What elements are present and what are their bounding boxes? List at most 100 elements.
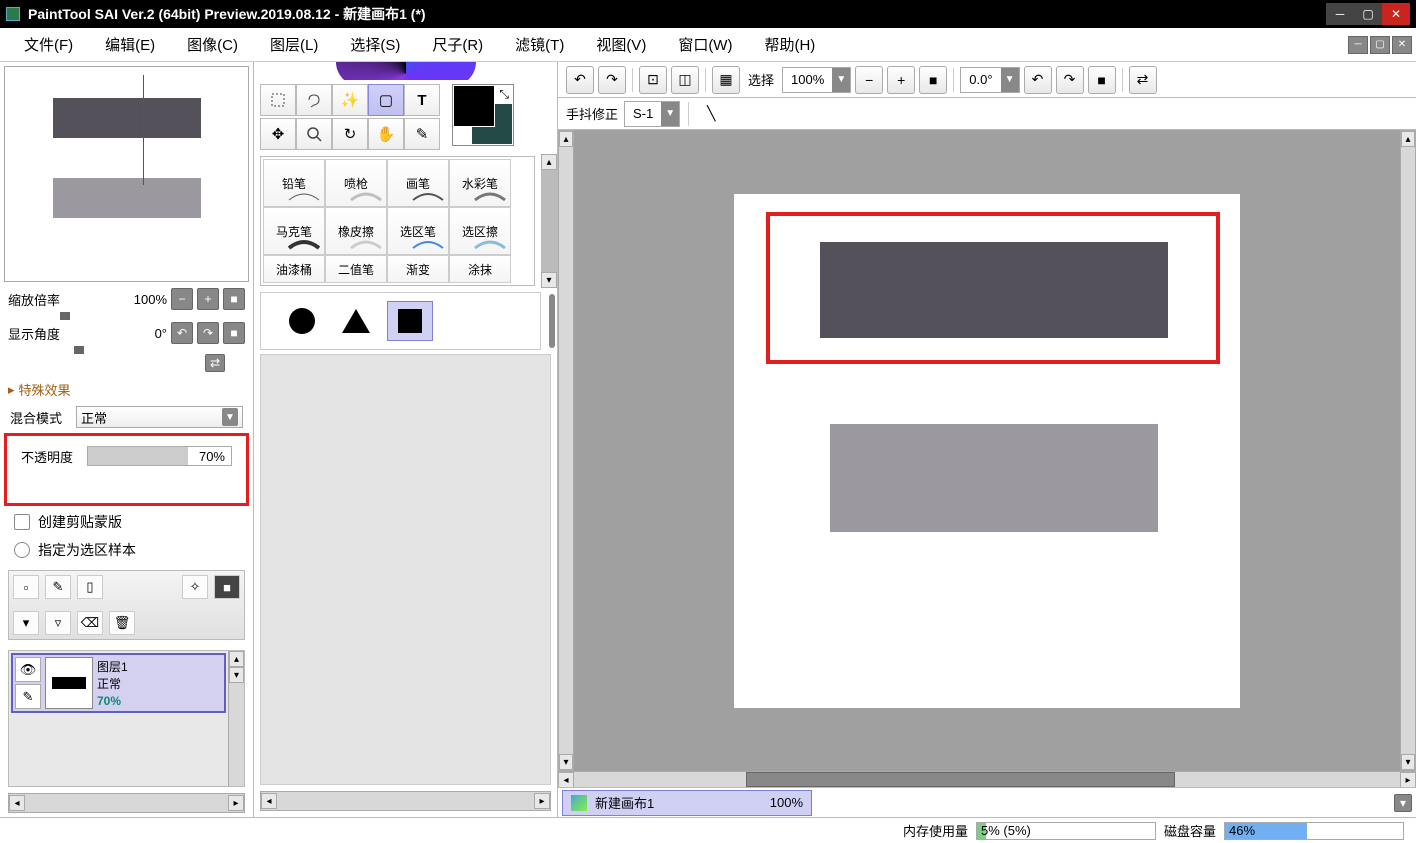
brush-binary[interactable]: 二值笔 (325, 255, 387, 283)
shape-circle[interactable] (279, 301, 325, 341)
layer-visibility-icon[interactable]: 👁 (15, 657, 41, 682)
new-linework-button[interactable]: ✎ (45, 575, 71, 599)
menu-image[interactable]: 图像(C) (171, 28, 254, 61)
panel-splitter[interactable] (549, 294, 555, 348)
brush-marker[interactable]: 马克笔 (263, 207, 325, 255)
line-tool-icon[interactable]: ╲ (697, 100, 725, 128)
transfer-button[interactable]: ✧ (182, 575, 208, 599)
doc-maximize-button[interactable]: ▢ (1370, 36, 1390, 54)
brush-watercolor[interactable]: 水彩笔 (449, 159, 511, 207)
invert-selection-button[interactable]: ◫ (671, 66, 699, 94)
rotate-ccw-button[interactable]: ↶ (1024, 66, 1052, 94)
menu-window[interactable]: 窗口(W) (662, 28, 748, 61)
tool-panel-hscroll[interactable]: ◂▸ (260, 791, 551, 811)
stabilizer-dropdown[interactable]: S-1 ▼ (624, 101, 680, 127)
delete-layer-button[interactable]: 🗑 (109, 611, 135, 635)
rotate-tool[interactable]: ↻ (332, 118, 368, 150)
minimize-button[interactable]: ─ (1326, 3, 1354, 25)
menu-edit[interactable]: 编辑(E) (89, 28, 171, 61)
shape-triangle[interactable] (333, 301, 379, 341)
deselect-button[interactable]: ⊡ (639, 66, 667, 94)
menu-file[interactable]: 文件(F) (8, 28, 89, 61)
eyedropper-tool[interactable]: ✎ (404, 118, 440, 150)
flip-button[interactable]: ⇄ (205, 354, 225, 372)
new-folder-button[interactable]: ▯ (77, 575, 103, 599)
layer-item[interactable]: 👁 ✎ 图层1 正常 70% (11, 653, 226, 713)
merge-down-button[interactable]: ▾ (13, 611, 39, 635)
opacity-slider[interactable]: 70% (87, 446, 232, 466)
brush-scrollbar[interactable]: ▴ ▾ (541, 154, 557, 288)
flatten-button[interactable]: ▿ (45, 611, 71, 635)
rect-select-tool[interactable] (260, 84, 296, 116)
close-button[interactable]: ✕ (1382, 3, 1410, 25)
menu-filter[interactable]: 滤镜(T) (499, 28, 580, 61)
brush-pencil[interactable]: 铅笔 (263, 159, 325, 207)
text-tool[interactable]: T (404, 84, 440, 116)
document-tab[interactable]: 新建画布1 100% (562, 790, 812, 816)
move-tool[interactable]: ✥ (260, 118, 296, 150)
select-all-icon[interactable]: ▦ (712, 66, 740, 94)
effects-header[interactable]: 特殊效果 (0, 376, 253, 403)
swap-colors-icon[interactable]: ⤡ (499, 87, 509, 102)
new-layer-button[interactable]: ▫ (13, 575, 39, 599)
selection-sample-radio[interactable] (14, 542, 30, 558)
undo-button[interactable]: ↶ (566, 66, 594, 94)
zoom-reset-button[interactable]: ■ (223, 288, 245, 310)
memory-value: 5% (5%) (981, 823, 1031, 838)
brush-smudge[interactable]: 涂抹 (449, 255, 511, 283)
rotate-cw-button[interactable]: ↷ (1056, 66, 1084, 94)
mask-button[interactable]: ■ (214, 575, 240, 599)
rotate-reset-button[interactable]: ■ (1088, 66, 1116, 94)
zoom-fit-button[interactable]: ■ (919, 66, 947, 94)
color-swatch[interactable]: ⤡ (452, 84, 514, 146)
rotate-cw-button[interactable]: ↷ (197, 322, 219, 344)
doc-close-button[interactable]: ✕ (1392, 36, 1412, 54)
zoom-out-button[interactable]: − (171, 288, 193, 310)
rotate-ccw-button[interactable]: ↶ (171, 322, 193, 344)
shape-square[interactable] (387, 301, 433, 341)
brush-eraser[interactable]: 橡皮擦 (325, 207, 387, 255)
layer-h-scrollbar[interactable]: ◂▸ (8, 793, 245, 813)
menu-help[interactable]: 帮助(H) (748, 28, 831, 61)
brush-selpen[interactable]: 选区笔 (387, 207, 449, 255)
rotate-reset-button[interactable]: ■ (223, 322, 245, 344)
brush-bucket[interactable]: 油漆桶 (263, 255, 325, 283)
shape-tool[interactable]: ▢ (368, 84, 404, 116)
lasso-tool[interactable] (296, 84, 332, 116)
menu-view[interactable]: 视图(V) (580, 28, 662, 61)
zoom-in-button[interactable]: + (887, 66, 915, 94)
brush-gradient[interactable]: 渐变 (387, 255, 449, 283)
hand-tool[interactable]: ✋ (368, 118, 404, 150)
blend-mode-select[interactable]: 正常 ▼ (76, 406, 243, 428)
menu-layer[interactable]: 图层(L) (254, 28, 334, 61)
tab-menu-button[interactable]: ▾ (1394, 794, 1412, 812)
layer-edit-icon[interactable]: ✎ (15, 684, 41, 709)
zoom-tool[interactable] (296, 118, 332, 150)
magic-wand-tool[interactable]: ✨ (332, 84, 368, 116)
angle-dropdown[interactable]: 0.0° ▼ (960, 67, 1019, 93)
zoom-dropdown[interactable]: 100% ▼ (782, 67, 851, 93)
canvas-h-scrollbar[interactable]: ◂▸ (558, 771, 1416, 787)
zoom-slider[interactable] (60, 312, 70, 320)
brush-airbrush[interactable]: 喷枪 (325, 159, 387, 207)
flip-h-button[interactable]: ⇄ (1129, 66, 1157, 94)
menu-select[interactable]: 选择(S) (334, 28, 416, 61)
angle-slider[interactable] (74, 346, 84, 354)
zoom-in-button[interactable]: + (197, 288, 219, 310)
doc-minimize-button[interactable]: ─ (1348, 36, 1368, 54)
canvas[interactable] (574, 130, 1400, 771)
canvas-left-scrollbar[interactable]: ▴▾ (558, 130, 574, 771)
redo-button[interactable]: ↷ (598, 66, 626, 94)
clear-button[interactable]: ⌫ (77, 611, 103, 635)
layer-scrollbar[interactable]: ▴ ▾ (228, 651, 244, 786)
canvas-right-scrollbar[interactable]: ▴▾ (1400, 130, 1416, 771)
menu-ruler[interactable]: 尺子(R) (416, 28, 499, 61)
navigator-preview[interactable] (4, 66, 249, 282)
zoom-out-button[interactable]: − (855, 66, 883, 94)
fg-color[interactable] (453, 85, 495, 127)
color-wheel[interactable] (254, 62, 557, 80)
clipping-checkbox[interactable] (14, 514, 30, 530)
brush-selerase[interactable]: 选区擦 (449, 207, 511, 255)
brush-brush[interactable]: 画笔 (387, 159, 449, 207)
maximize-button[interactable]: ▢ (1354, 3, 1382, 25)
